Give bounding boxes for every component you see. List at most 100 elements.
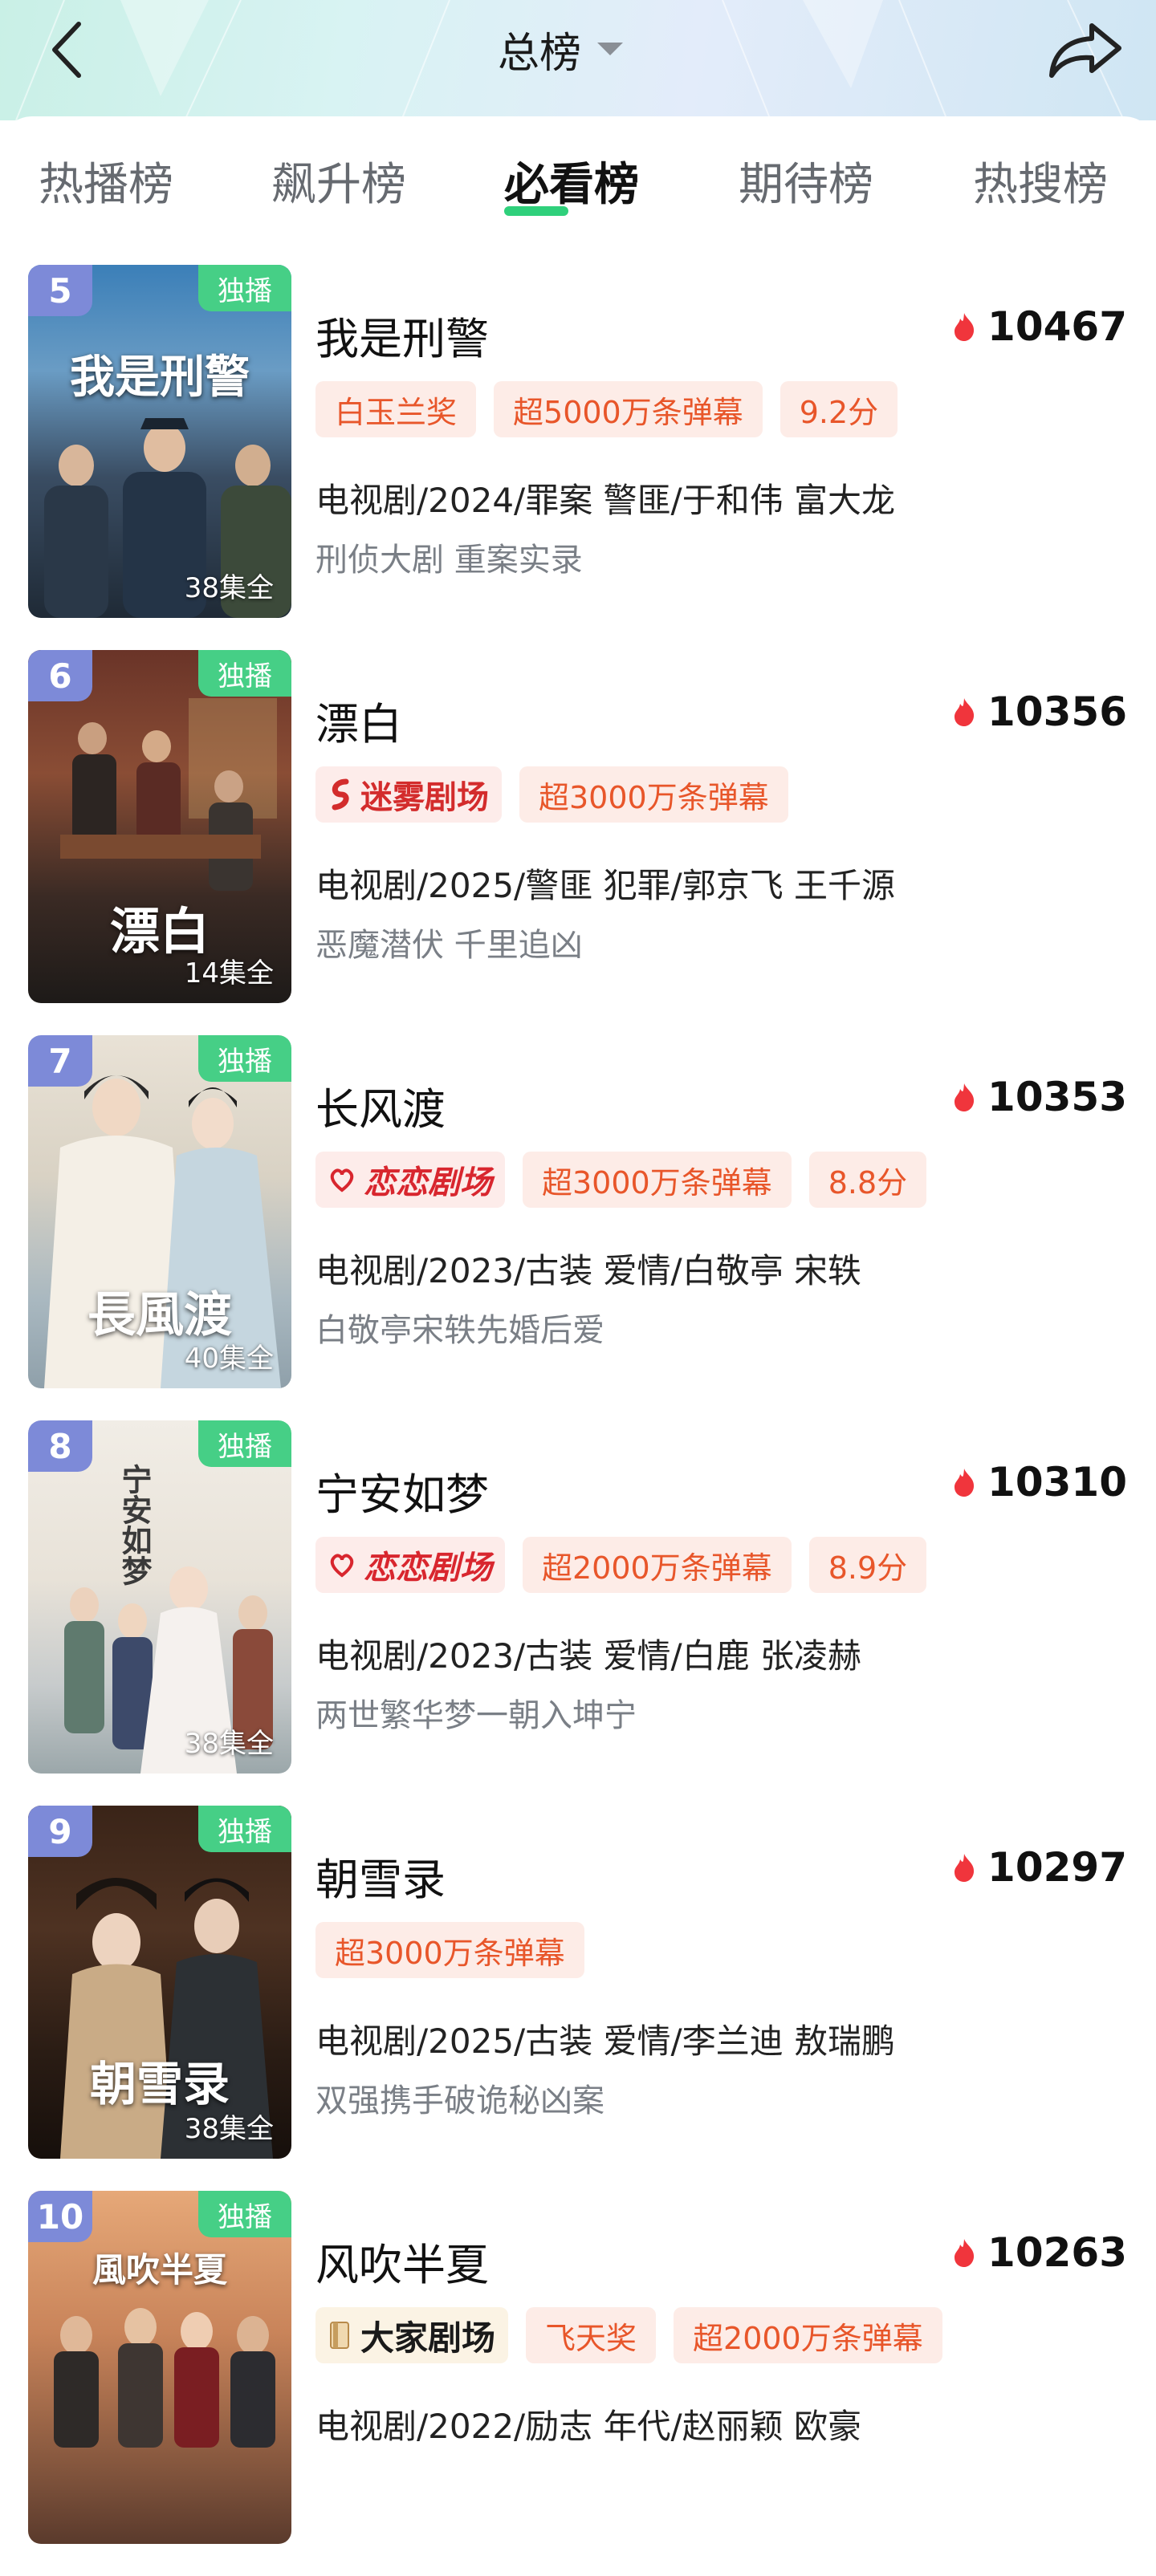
heat-value: 10310 <box>987 1459 1127 1505</box>
top-bar: 总榜 <box>0 0 1156 120</box>
tag: 超2000万条弹幕 <box>674 2307 942 2363</box>
drama-title[interactable]: 漂白 <box>315 689 402 752</box>
tag-row: 白玉兰奖 超5000万条弹幕 9.2分 <box>315 381 898 437</box>
tag: 超5000万条弹幕 <box>494 381 763 437</box>
rank-badge: 10 <box>28 2191 92 2242</box>
share-arrow-icon <box>1049 23 1121 78</box>
list-item[interactable]: 宁安如梦 8 独播 38集全 宁安如梦 10310 恋恋剧场 超2000万条弹幕… <box>0 1420 1156 1806</box>
heart-loop-icon <box>330 1554 354 1578</box>
poster-image[interactable]: 宁安如梦 8 独播 38集全 <box>28 1420 291 1774</box>
heat-value: 10297 <box>987 1844 1127 1891</box>
theater-brand-logo: 迷雾剧场 <box>315 766 502 823</box>
rank-badge: 7 <box>28 1035 92 1087</box>
rank-badge: 8 <box>28 1420 92 1472</box>
share-button[interactable] <box>1045 19 1125 83</box>
exclusive-badge: 独播 <box>198 2191 291 2237</box>
theater-brand-name: 迷雾剧场 <box>360 778 489 816</box>
poster-image[interactable]: 漂白 6 独播 14集全 <box>28 650 291 1003</box>
episode-count: 14集全 <box>184 957 274 989</box>
tag-row: 恋恋剧场 超2000万条弹幕 8.9分 <box>315 1537 927 1593</box>
drama-meta: 电视剧/2023/古装 爱情/白敬亭 宋轶 <box>315 1251 862 1290</box>
tag-row: 大家剧场 飞天奖 超2000万条弹幕 <box>315 2307 942 2363</box>
heat-score: 10353 <box>952 1074 1127 1120</box>
tag: 9.2分 <box>779 381 898 437</box>
rank-badge: 9 <box>28 1806 92 1857</box>
drama-title[interactable]: 宁安如梦 <box>315 1459 489 1522</box>
drama-title[interactable]: 朝雪录 <box>315 1844 446 1908</box>
list-item[interactable]: 我是刑警 5 独播 38集全 我是刑警 10467 白玉兰奖 超5000万条弹幕… <box>0 265 1156 650</box>
tag: 8.9分 <box>808 1537 927 1593</box>
tag: 超2000万条弹幕 <box>523 1537 792 1593</box>
tag-row: 超3000万条弹幕 <box>315 1922 584 1978</box>
heat-score: 10297 <box>952 1844 1127 1891</box>
tab-must-watch[interactable]: 必看榜 <box>504 148 639 213</box>
theater-brand-name: 恋恋剧场 <box>364 1549 492 1587</box>
tab-hot-play[interactable]: 热播榜 <box>39 148 173 213</box>
poster-image[interactable]: 朝雪录 9 独播 38集全 <box>28 1806 291 2159</box>
theater-brand-logo: 恋恋剧场 <box>315 1152 505 1208</box>
tag: 超3000万条弹幕 <box>519 766 788 823</box>
exclusive-badge: 独播 <box>198 1420 291 1467</box>
tag: 飞天奖 <box>526 2307 657 2363</box>
rank-badge: 5 <box>28 265 92 316</box>
exclusive-badge: 独播 <box>198 650 291 697</box>
drama-meta: 电视剧/2023/古装 爱情/白鹿 张凌赫 <box>315 1636 862 1676</box>
drama-meta: 电视剧/2025/警匪 犯罪/郭京飞 王千源 <box>315 866 896 905</box>
flame-icon <box>955 1854 975 1882</box>
drama-title[interactable]: 长风渡 <box>315 1074 446 1137</box>
episode-count: 38集全 <box>184 1728 274 1760</box>
poster-title: 宁安如梦 <box>116 1464 153 1586</box>
drama-meta: 电视剧/2022/励志 年代/赵丽颖 欧豪 <box>315 2407 862 2446</box>
flame-icon <box>955 313 975 341</box>
episode-count: 40集全 <box>184 1343 274 1375</box>
heat-value: 10356 <box>987 689 1127 735</box>
list-item[interactable]: 漂白 6 独播 14集全 漂白 10356 迷雾剧场 超3000万条弹幕 电视剧… <box>0 650 1156 1035</box>
poster-figures <box>64 1566 273 1774</box>
flame-icon <box>955 2239 975 2267</box>
poster-title: 風吹半夏 <box>92 2250 227 2290</box>
theater-brand-logo: 恋恋剧场 <box>315 1537 505 1593</box>
tab-hot-search[interactable]: 热搜榜 <box>973 148 1108 213</box>
tag: 8.8分 <box>808 1152 927 1208</box>
tag-row: 恋恋剧场 超3000万条弹幕 8.8分 <box>315 1152 927 1208</box>
list-item[interactable]: 長風渡 7 独播 40集全 长风渡 10353 恋恋剧场 超3000万条弹幕 8… <box>0 1035 1156 1420</box>
poster-title: 我是刑警 <box>70 351 250 404</box>
ranking-sheet: 热播榜 飙升榜 必看榜 期待榜 热搜榜 我是刑警 5 独播 38集全 我是刑警 … <box>0 116 1156 2544</box>
tab-rising[interactable]: 飙升榜 <box>271 148 406 213</box>
page-title: 总榜 <box>498 29 582 78</box>
exclusive-badge: 独播 <box>198 265 291 311</box>
drama-description: 白敬亭宋轶先婚后爱 <box>315 1312 604 1349</box>
ranking-selector[interactable]: 总榜 <box>498 21 624 78</box>
flame-icon <box>955 1083 975 1111</box>
drama-description: 双强携手破诡秘凶案 <box>315 2082 604 2119</box>
poster-image[interactable]: 我是刑警 5 独播 38集全 <box>28 265 291 618</box>
tag-row: 迷雾剧场 超3000万条弹幕 <box>315 766 788 823</box>
poster-image[interactable]: 風吹半夏 10 独播 <box>28 2191 291 2544</box>
heat-score: 10356 <box>952 689 1127 735</box>
drama-meta: 电视剧/2025/古装 爱情/李兰迪 敖瑞鹏 <box>315 2021 896 2061</box>
list-item[interactable]: 風吹半夏 10 独播 风吹半夏 10263 大家剧场 飞天奖 超2000万条弹幕… <box>0 2191 1156 2576</box>
chevron-left-icon <box>52 22 81 78</box>
drama-title[interactable]: 我是刑警 <box>315 303 489 367</box>
theater-brand-logo: 大家剧场 <box>315 2307 509 2363</box>
rank-badge: 6 <box>28 650 92 701</box>
heat-score: 10467 <box>952 303 1127 350</box>
poster-image[interactable]: 長風渡 7 独播 40集全 <box>28 1035 291 1388</box>
tag: 超3000万条弹幕 <box>315 1922 584 1978</box>
poster-figures <box>44 418 291 618</box>
flame-icon <box>955 698 975 726</box>
theater-brand-name: 大家剧场 <box>360 2318 496 2358</box>
exclusive-badge: 独播 <box>198 1035 291 1082</box>
tag: 超3000万条弹幕 <box>523 1152 792 1208</box>
list-item[interactable]: 朝雪录 9 独播 38集全 朝雪录 10297 超3000万条弹幕 电视剧/20… <box>0 1806 1156 2191</box>
heat-value: 10353 <box>987 1074 1127 1120</box>
poster-title: 朝雪录 <box>89 2057 230 2111</box>
drama-title[interactable]: 风吹半夏 <box>315 2229 489 2293</box>
back-button[interactable] <box>42 18 98 82</box>
caret-down-icon <box>597 43 624 55</box>
drama-description: 刑侦大剧 重案实录 <box>315 542 583 579</box>
drama-meta: 电视剧/2024/罪案 警匪/于和伟 富大龙 <box>315 481 896 520</box>
theater-brand-name: 恋恋剧场 <box>364 1164 492 1201</box>
tag: 白玉兰奖 <box>315 381 477 437</box>
tab-anticipated[interactable]: 期待榜 <box>739 148 873 213</box>
